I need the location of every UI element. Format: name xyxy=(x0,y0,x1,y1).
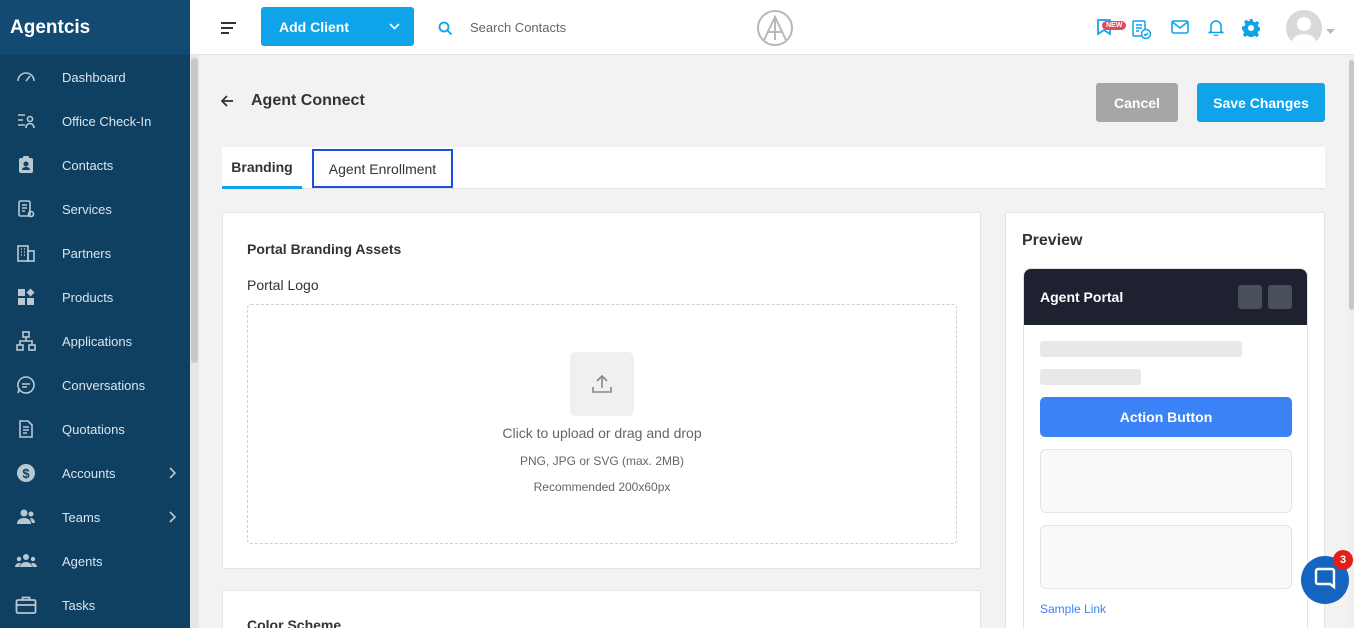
sidebar-item-label: Products xyxy=(62,289,114,305)
sidebar-item-agents[interactable]: Agents xyxy=(0,539,190,583)
bell-icon[interactable] xyxy=(1207,18,1225,41)
chevron-down-icon[interactable] xyxy=(1326,22,1335,40)
color-scheme-card: Color Scheme xyxy=(222,590,981,628)
agents-group-icon xyxy=(14,549,38,573)
sidebar-item-label: Agents xyxy=(62,553,103,569)
sidebar-item-products[interactable]: Products xyxy=(0,275,190,319)
portal-title: Agent Portal xyxy=(1040,289,1124,305)
portal-window-control xyxy=(1238,285,1262,309)
back-arrow-icon[interactable] xyxy=(220,94,234,113)
applications-flow-icon xyxy=(14,329,38,353)
sidebar-item-label: Dashboard xyxy=(62,69,126,85)
save-changes-button[interactable]: Save Changes xyxy=(1197,83,1325,122)
hamburger-menu-icon[interactable] xyxy=(221,21,237,35)
dashboard-gauge-icon xyxy=(14,65,38,89)
preview-placeholder-box xyxy=(1040,525,1292,589)
preview-placeholder-box xyxy=(1040,449,1292,513)
preview-title: Preview xyxy=(1022,232,1083,249)
sidebar-item-partners[interactable]: Partners xyxy=(0,231,190,275)
portal-logo-label: Portal Logo xyxy=(247,277,319,293)
portal-window-control xyxy=(1268,285,1292,309)
products-grid-icon xyxy=(14,285,38,309)
preview-sample-link[interactable]: Sample Link xyxy=(1040,602,1106,616)
tab-agent-enrollment[interactable]: Agent Enrollment xyxy=(312,149,453,188)
logo-upload-dropzone[interactable]: Click to upload or drag and drop PNG, JP… xyxy=(247,304,957,544)
portal-header: Agent Portal xyxy=(1024,269,1307,325)
portal-branding-card: Portal Branding Assets Portal Logo Click… xyxy=(222,212,981,569)
add-client-label: Add Client xyxy=(279,18,349,35)
sidebar-item-office-check-in[interactable]: Office Check-In xyxy=(0,99,190,143)
chevron-down-icon[interactable] xyxy=(374,23,414,30)
section-title: Color Scheme xyxy=(247,617,342,628)
top-bar: Add Client NEW xyxy=(190,0,1354,55)
tab-branding[interactable]: Branding xyxy=(222,147,302,189)
sidebar: Agentcis Dashboard Office Check-In Conta… xyxy=(0,0,190,628)
sidebar-item-label: Applications xyxy=(62,333,133,349)
new-badge: NEW xyxy=(1102,21,1127,30)
add-client-button[interactable]: Add Client xyxy=(261,7,414,46)
sidebar-item-label: Services xyxy=(62,201,112,217)
skeleton-line xyxy=(1040,369,1141,385)
sidebar-item-label: Conversations xyxy=(62,377,146,393)
sidebar-item-quotations[interactable]: Quotations xyxy=(0,407,190,451)
agent-portal-preview: Agent Portal Action Button Sample Link xyxy=(1023,268,1308,628)
sidebar-item-contacts[interactable]: Contacts xyxy=(0,143,190,187)
partners-building-icon xyxy=(14,241,38,265)
sidebar-item-teams[interactable]: Teams xyxy=(0,495,190,539)
quotations-document-icon xyxy=(14,417,38,441)
sidebar-item-label: Accounts xyxy=(62,465,116,481)
upload-formats: PNG, JPG or SVG (max. 2MB) xyxy=(519,454,685,468)
chat-bubble-icon xyxy=(1313,566,1337,595)
sidebar-nav: Dashboard Office Check-In Contacts Servi… xyxy=(0,55,190,627)
chevron-right-icon xyxy=(168,510,177,528)
upload-instruction: Click to upload or drag and drop xyxy=(502,425,702,441)
agentcis-logo-icon xyxy=(756,9,794,52)
search-input[interactable] xyxy=(470,14,670,40)
chat-unread-badge: 3 xyxy=(1333,550,1353,570)
accounts-dollar-icon: $ xyxy=(14,461,38,485)
services-icon xyxy=(14,197,38,221)
upload-icon xyxy=(570,352,634,416)
preview-action-button[interactable]: Action Button xyxy=(1040,397,1292,437)
conversations-chat-icon xyxy=(14,373,38,397)
sidebar-item-conversations[interactable]: Conversations xyxy=(0,363,190,407)
page-title: Agent Connect xyxy=(251,92,365,109)
sidebar-item-label: Teams xyxy=(62,509,101,525)
office-check-in-icon xyxy=(14,109,38,133)
cancel-button[interactable]: Cancel xyxy=(1096,83,1178,122)
sidebar-item-applications[interactable]: Applications xyxy=(0,319,190,363)
contacts-icon xyxy=(14,153,38,177)
sidebar-item-services[interactable]: Services xyxy=(0,187,190,231)
search-icon[interactable] xyxy=(438,21,453,41)
skeleton-line xyxy=(1040,341,1242,357)
mail-icon[interactable] xyxy=(1171,20,1189,39)
teams-icon xyxy=(14,505,38,529)
user-avatar-icon[interactable] xyxy=(1286,10,1322,46)
preview-card: Preview Agent Portal Action Button Sampl… xyxy=(1005,212,1325,628)
sidebar-item-label: Tasks xyxy=(62,597,96,613)
brand-logo[interactable]: Agentcis xyxy=(0,0,190,55)
sidebar-item-label: Quotations xyxy=(62,421,125,437)
page-scrollbar-thumb[interactable] xyxy=(1349,60,1354,310)
settings-gear-icon[interactable] xyxy=(1242,19,1261,42)
tab-bar: Branding Agent Enrollment xyxy=(222,147,1325,189)
sidebar-item-accounts[interactable]: $ Accounts xyxy=(0,451,190,495)
section-title: Portal Branding Assets xyxy=(247,241,402,257)
tasks-briefcase-icon xyxy=(14,593,38,617)
svg-text:$: $ xyxy=(22,466,30,481)
sidebar-item-label: Office Check-In xyxy=(62,113,152,129)
sidebar-item-label: Partners xyxy=(62,245,112,261)
sidebar-item-tasks[interactable]: Tasks xyxy=(0,583,190,627)
sidebar-scrollbar-thumb[interactable] xyxy=(191,58,198,363)
sidebar-item-dashboard[interactable]: Dashboard xyxy=(0,55,190,99)
sidebar-item-label: Contacts xyxy=(62,157,114,173)
chevron-right-icon xyxy=(168,466,177,484)
upload-recommended-size: Recommended 200x60px xyxy=(533,480,671,494)
checklist-icon[interactable] xyxy=(1132,20,1152,45)
